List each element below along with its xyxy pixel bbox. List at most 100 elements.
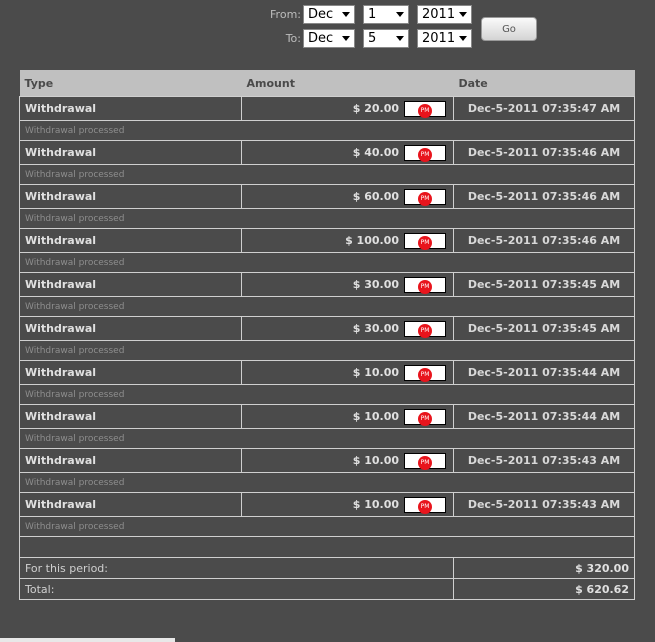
row-note: Withdrawal processed: [19, 120, 635, 141]
row-amount-cell: $ 60.00 PM: [241, 184, 454, 209]
table-row: Withdrawal $ 40.00 PM Dec-5-2011 07:35:46…: [19, 140, 635, 165]
table-note-row: Withdrawal processed: [19, 384, 635, 405]
pm-logo-icon: PM: [418, 499, 432, 514]
row-type: Withdrawal: [19, 448, 242, 473]
row-amount: $ 100.00: [345, 233, 399, 247]
row-date: Dec-5-2011 07:35:43 AM: [453, 492, 635, 517]
table-row: Withdrawal $ 10.00 PM Dec-5-2011 07:35:43…: [19, 448, 635, 473]
row-date: Dec-5-2011 07:35:47 AM: [453, 96, 635, 121]
date-filter: From: Dec 1 2011 To: Dec 5 2011: [268, 3, 480, 51]
pm-logo-icon: PM: [418, 147, 432, 162]
to-month-select[interactable]: Dec: [303, 28, 355, 48]
period-value: $ 320.00: [453, 557, 635, 579]
table-row: Withdrawal $ 20.00 PM Dec-5-2011 07:35:47…: [19, 96, 635, 121]
to-month-value: Dec: [308, 30, 334, 46]
row-date: Dec-5-2011 07:35:45 AM: [453, 272, 635, 297]
to-day-value: 5: [368, 30, 377, 46]
perfect-money-badge: PM: [404, 408, 446, 426]
table-note-row: Withdrawal processed: [19, 164, 635, 185]
row-type: Withdrawal: [19, 492, 242, 517]
perfect-money-badge: PM: [404, 100, 446, 118]
header-amount: Amount: [241, 70, 454, 97]
table-row: Withdrawal $ 30.00 PM Dec-5-2011 07:35:45…: [19, 272, 635, 297]
row-amount-cell: $ 20.00 PM: [241, 96, 454, 121]
header-type: Type: [19, 70, 242, 97]
chevron-down-icon: [342, 11, 350, 17]
row-date: Dec-5-2011 07:35:44 AM: [453, 404, 635, 429]
spacer-row: [19, 536, 635, 558]
row-type: Withdrawal: [19, 360, 242, 385]
row-date: Dec-5-2011 07:35:43 AM: [453, 448, 635, 473]
from-month-value: Dec: [308, 6, 334, 22]
perfect-money-badge: PM: [404, 144, 446, 162]
row-type: Withdrawal: [19, 272, 242, 297]
from-year-value: 2011: [422, 6, 456, 22]
from-month-select[interactable]: Dec: [303, 4, 355, 24]
pm-logo-icon: PM: [418, 235, 432, 250]
table-row: Withdrawal $ 60.00 PM Dec-5-2011 07:35:46…: [19, 184, 635, 209]
row-amount-cell: $ 10.00 PM: [241, 360, 454, 385]
row-type: Withdrawal: [19, 184, 242, 209]
chevron-down-icon: [396, 11, 404, 17]
row-amount: $ 30.00: [352, 277, 399, 291]
transactions-table: Type Amount Date Withdrawal $ 20.00 PM De…: [19, 70, 635, 600]
go-button[interactable]: Go: [481, 17, 537, 41]
table-note-row: Withdrawal processed: [19, 208, 635, 229]
row-note: Withdrawal processed: [19, 164, 635, 185]
row-amount: $ 10.00: [352, 365, 399, 379]
row-date: Dec-5-2011 07:35:46 AM: [453, 140, 635, 165]
row-amount-cell: $ 30.00 PM: [241, 272, 454, 297]
to-year-select[interactable]: 2011: [417, 28, 472, 48]
perfect-money-badge: PM: [404, 364, 446, 382]
to-day-select[interactable]: 5: [363, 28, 409, 48]
table-note-row: Withdrawal processed: [19, 472, 635, 493]
row-type: Withdrawal: [19, 404, 242, 429]
period-label: For this period:: [19, 557, 454, 579]
perfect-money-badge: PM: [404, 188, 446, 206]
to-label: To:: [285, 31, 301, 45]
row-amount-cell: $ 40.00 PM: [241, 140, 454, 165]
row-type: Withdrawal: [19, 228, 242, 253]
perfect-money-badge: PM: [404, 496, 446, 514]
row-date: Dec-5-2011 07:35:46 AM: [453, 228, 635, 253]
pm-logo-icon: PM: [418, 103, 432, 118]
row-amount: $ 30.00: [352, 321, 399, 335]
row-amount-cell: $ 100.00 PM: [241, 228, 454, 253]
chevron-down-icon: [459, 35, 467, 41]
pm-logo-icon: PM: [418, 279, 432, 294]
table-note-row: Withdrawal processed: [19, 340, 635, 361]
row-amount: $ 20.00: [352, 101, 399, 115]
chevron-down-icon: [459, 11, 467, 17]
row-note: Withdrawal processed: [19, 340, 635, 361]
table-row: Withdrawal $ 10.00 PM Dec-5-2011 07:35:44…: [19, 404, 635, 429]
perfect-money-badge: PM: [404, 320, 446, 338]
row-date: Dec-5-2011 07:35:46 AM: [453, 184, 635, 209]
from-year-select[interactable]: 2011: [417, 4, 472, 24]
period-row: For this period: $ 320.00: [19, 557, 635, 579]
row-note: Withdrawal processed: [19, 516, 635, 537]
from-day-select[interactable]: 1: [363, 4, 409, 24]
row-amount: $ 10.00: [352, 497, 399, 511]
row-amount: $ 40.00: [352, 145, 399, 159]
perfect-money-badge: PM: [404, 276, 446, 294]
row-amount: $ 60.00: [352, 189, 399, 203]
table-note-row: Withdrawal processed: [19, 252, 635, 273]
row-amount: $ 10.00: [352, 453, 399, 467]
pm-logo-icon: PM: [418, 191, 432, 206]
table-row: Withdrawal $ 10.00 PM Dec-5-2011 07:35:44…: [19, 360, 635, 385]
pm-logo-icon: PM: [418, 455, 432, 470]
horizontal-scrollbar[interactable]: [0, 638, 175, 642]
table-note-row: Withdrawal processed: [19, 516, 635, 537]
chevron-down-icon: [396, 35, 404, 41]
spacer-cell: [19, 536, 635, 558]
row-amount-cell: $ 10.00 PM: [241, 492, 454, 517]
chevron-down-icon: [342, 35, 350, 41]
row-note: Withdrawal processed: [19, 208, 635, 229]
from-day-value: 1: [368, 6, 377, 22]
table-note-row: Withdrawal processed: [19, 120, 635, 141]
row-note: Withdrawal processed: [19, 472, 635, 493]
row-date: Dec-5-2011 07:35:44 AM: [453, 360, 635, 385]
total-row: Total: $ 620.62: [19, 578, 635, 600]
header-date: Date: [453, 70, 635, 97]
table-row: Withdrawal $ 30.00 PM Dec-5-2011 07:35:45…: [19, 316, 635, 341]
